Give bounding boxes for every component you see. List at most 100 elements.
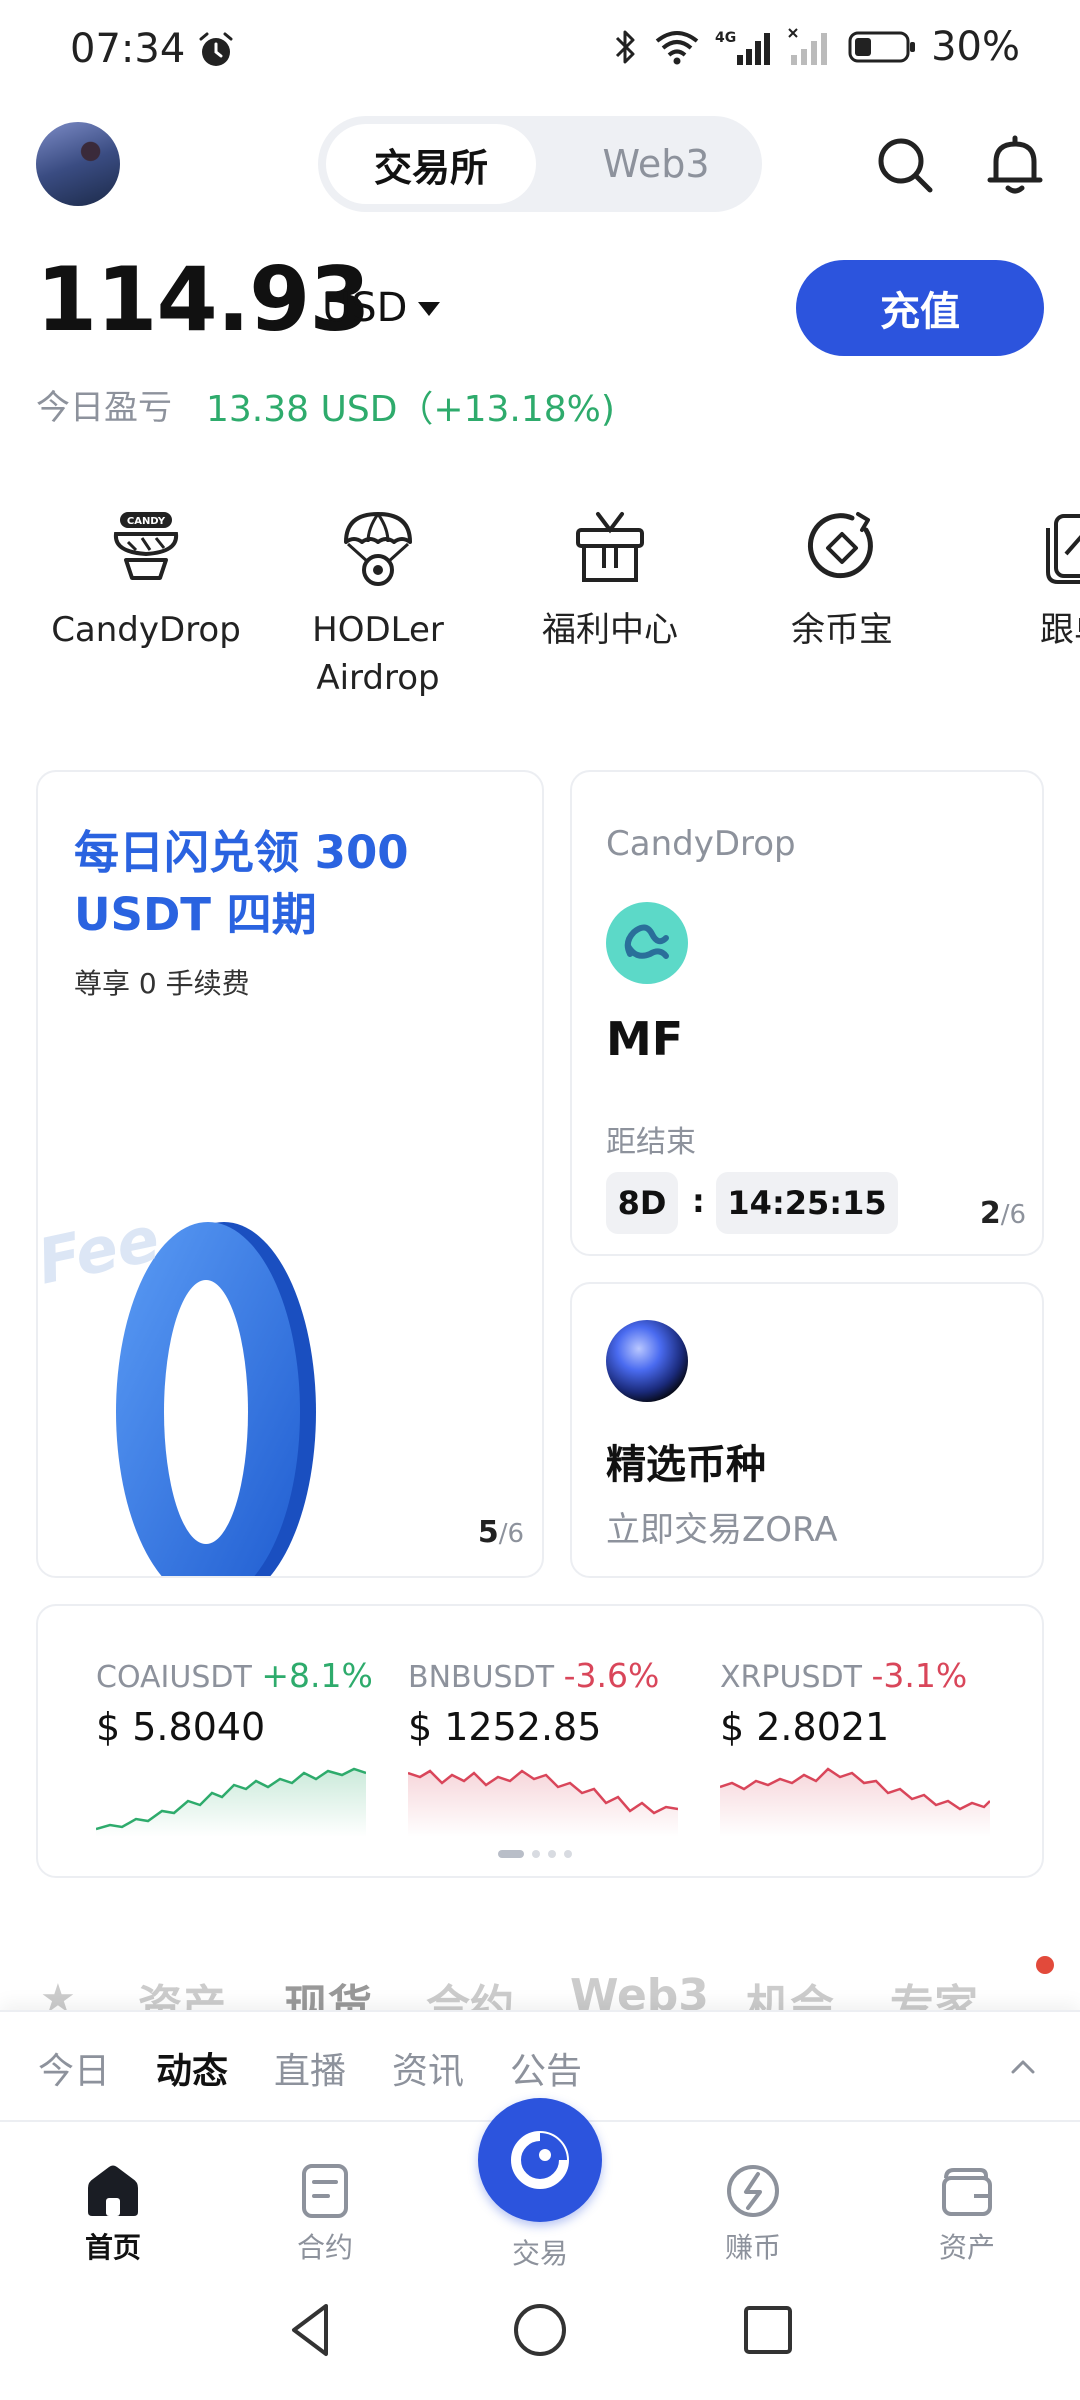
news-tab-announcements[interactable]: 公告 — [510, 2042, 582, 2094]
sparkline-chart — [408, 1769, 678, 1837]
tab-exchange[interactable]: 交易所 — [326, 124, 536, 204]
header: 交易所 Web3 — [0, 110, 1080, 220]
status-indicators: 4G 30% — [611, 24, 1020, 70]
network-type-label: 4G — [715, 30, 736, 46]
ticker-card[interactable]: COAIUSDT +8.1% $ 5.8040 BNBUSDT -3.6% $ … — [36, 1604, 1044, 1878]
candydrop-label: CandyDrop — [606, 824, 796, 864]
ticker-price: $ 5.8040 — [96, 1705, 266, 1749]
wifi-icon — [655, 31, 699, 65]
shortcut-label: CandyDrop — [51, 610, 241, 650]
pager-dot — [548, 1850, 556, 1858]
svg-text:CANDY: CANDY — [127, 516, 166, 527]
fee-zero-graphic: Fee — [38, 1202, 316, 1576]
system-nav-bar — [0, 2270, 1080, 2400]
news-tab-feed[interactable]: 动态 — [156, 2042, 228, 2094]
news-tab-live[interactable]: 直播 — [274, 2042, 346, 2094]
candydrop-card[interactable]: CandyDrop MF 距结束 8D : 14:25:15 2/6 — [570, 770, 1044, 1256]
earn-icon — [727, 2165, 779, 2217]
ticker-price: $ 1252.85 — [408, 1705, 602, 1749]
tab-web3[interactable]: Web3 — [558, 124, 754, 204]
nav-label: 赚币 — [724, 2231, 781, 2264]
ticker-header: XRPUSDT -3.1% — [720, 1656, 1010, 1695]
pnl-label: 今日盈亏 — [36, 388, 172, 428]
balance-currency[interactable]: USD — [322, 285, 407, 331]
nav-label: 首页 — [84, 2231, 141, 2264]
bottom-nav: 首页 合约 交易 赚币 资产 — [0, 2098, 1080, 2270]
sparkline-chart — [720, 1767, 990, 1837]
mf-coin-logo-icon — [606, 902, 688, 984]
promo-title: 每日闪兑领 300 USDT 四期 — [74, 826, 409, 941]
promo-page-indicator: 5/6 — [477, 1515, 524, 1550]
ticker-change: -3.6% — [563, 1656, 660, 1695]
ticker-pair: COAIUSDT — [96, 1660, 252, 1695]
featured-title: 精选币种 — [606, 1442, 766, 1488]
sparkline-chart — [96, 1767, 366, 1837]
countdown-label: 距结束 — [606, 1125, 696, 1160]
nav-contract[interactable]: 合约 — [260, 2162, 390, 2266]
nav-label: 交易 — [511, 2237, 568, 2270]
ticker-pair: BNBUSDT — [408, 1660, 555, 1695]
exchange-web3-switch: 交易所 Web3 — [318, 116, 762, 212]
zora-logo-icon — [606, 1320, 688, 1402]
shortcut-savings[interactable]: 余币宝 — [727, 500, 957, 654]
promo-subtitle: 尊享 0 手续费 — [74, 967, 250, 1000]
shortcuts-row: CANDY CandyDrop HODLer Airdrop 福利中心 余币宝 … — [0, 500, 1080, 720]
signal-icon: 4G — [715, 30, 771, 65]
candy-icon: CANDY — [113, 512, 179, 580]
featured-subtitle: 立即交易ZORA — [606, 1510, 838, 1550]
status-time: 07:34 — [70, 26, 186, 72]
search-icon[interactable] — [872, 132, 938, 198]
wallet-icon — [942, 2168, 992, 2216]
shortcut-label: 福利中心 — [542, 610, 678, 650]
news-tab-today[interactable]: 今日 — [38, 2042, 110, 2094]
candydrop-coin: MF — [606, 1012, 684, 1066]
ticker-change: +8.1% — [261, 1656, 373, 1695]
bluetooth-icon — [616, 30, 635, 64]
shortcut-hodler-airdrop[interactable]: HODLer Airdrop — [263, 500, 493, 702]
ticker-pager-dots — [498, 1850, 572, 1858]
countdown-separator: : — [692, 1182, 705, 1220]
ticker-bnbusdt[interactable]: BNBUSDT -3.6% $ 1252.85 — [408, 1656, 698, 1837]
promo-card[interactable]: 每日闪兑领 300 USDT 四期 尊享 0 手续费 Fee 5/6 — [36, 770, 544, 1578]
contract-icon — [302, 2164, 348, 2218]
shortcut-label: 跟单 — [1040, 610, 1080, 650]
ticker-header: COAIUSDT +8.1% — [96, 1656, 386, 1695]
nav-earn[interactable]: 赚币 — [688, 2162, 818, 2266]
ticker-pair: XRPUSDT — [720, 1660, 862, 1695]
status-bar: 07:34 4G 30% — [0, 0, 1080, 100]
avatar[interactable] — [36, 122, 120, 206]
balance-amount: 114.93 — [36, 248, 371, 351]
recents-icon[interactable] — [736, 2298, 800, 2362]
countdown-time: 14:25:15 — [716, 1172, 898, 1234]
back-icon[interactable] — [280, 2298, 344, 2362]
savings-icon — [807, 512, 873, 579]
shortcut-copy-trading[interactable]: 跟单 — [959, 500, 1080, 654]
home-circle-icon[interactable] — [508, 2298, 572, 2362]
shortcut-candydrop[interactable]: CANDY CandyDrop — [31, 500, 261, 654]
pager-dot — [564, 1850, 572, 1858]
bell-icon[interactable] — [982, 132, 1048, 198]
deposit-button[interactable]: 充值 — [796, 260, 1044, 356]
currency-dropdown-icon[interactable] — [418, 302, 440, 316]
nav-label: 合约 — [296, 2231, 353, 2264]
news-tab-news[interactable]: 资讯 — [392, 2042, 464, 2094]
chevron-up-icon[interactable] — [1010, 2054, 1036, 2080]
nav-home[interactable]: 首页 — [48, 2162, 178, 2266]
ticker-coaiusdt[interactable]: COAIUSDT +8.1% $ 5.8040 — [96, 1656, 386, 1837]
shortcut-label: HODLer Airdrop — [312, 610, 444, 698]
ticker-price: $ 2.8021 — [720, 1705, 890, 1749]
shortcut-welfare-center[interactable]: 福利中心 — [495, 500, 725, 654]
pager-dot-active — [498, 1850, 524, 1858]
notification-dot — [1036, 1956, 1054, 1974]
nav-assets[interactable]: 资产 — [902, 2162, 1032, 2266]
ticker-header: BNBUSDT -3.6% — [408, 1656, 698, 1695]
trade-button[interactable] — [478, 2098, 602, 2222]
home-icon — [88, 2165, 138, 2216]
parachute-icon — [344, 512, 412, 586]
ticker-xrpusdt[interactable]: XRPUSDT -3.1% $ 2.8021 — [720, 1656, 1010, 1837]
pnl-value: 13.38 USD（+13.18%) — [206, 389, 615, 430]
battery-percent: 30% — [931, 24, 1020, 70]
copy-trade-icon — [1046, 514, 1080, 584]
featured-coin-card[interactable]: 精选币种 立即交易ZORA — [570, 1282, 1044, 1578]
candydrop-page-indicator: 2/6 — [979, 1196, 1026, 1231]
